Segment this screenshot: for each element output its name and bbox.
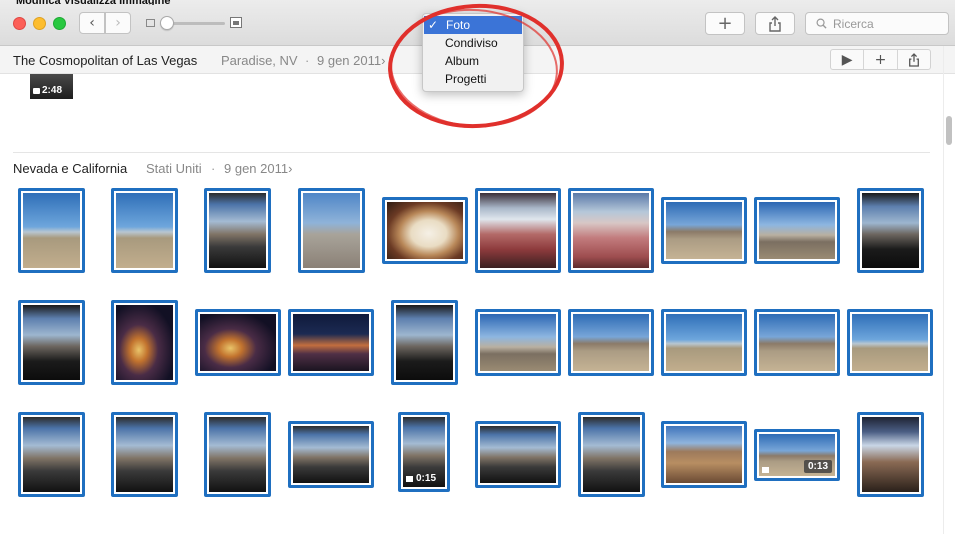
forward-button[interactable]: › <box>105 12 131 34</box>
menu-item-label: Progetti <box>445 72 487 86</box>
menu-item-condiviso[interactable]: Condiviso <box>423 34 523 52</box>
small-thumbnail-icon <box>146 19 155 27</box>
video-thumbnail[interactable]: 0:15 <box>398 412 450 492</box>
checkmark-icon: ✓ <box>428 18 439 32</box>
vertical-scrollbar[interactable] <box>946 116 952 145</box>
photo-thumbnail[interactable] <box>18 300 85 385</box>
photo-thumbnail[interactable] <box>475 188 561 273</box>
menu-item-album[interactable]: Album <box>423 52 523 70</box>
photo-thumbnail[interactable] <box>204 188 271 273</box>
moment-date[interactable]: 9 gen 2011› <box>317 53 385 68</box>
photo-thumbnail[interactable] <box>568 188 654 273</box>
menu-item-progetti[interactable]: Progetti <box>423 70 523 88</box>
zoom-slider-knob[interactable] <box>160 16 174 30</box>
photo-thumbnail[interactable] <box>298 188 365 273</box>
photo-thumbnail[interactable] <box>754 197 840 264</box>
add-to-button[interactable]: + <box>864 50 898 69</box>
photo-thumbnail[interactable] <box>847 309 933 376</box>
photo-thumbnail[interactable] <box>195 309 281 376</box>
search-icon <box>816 18 827 29</box>
menu-item-label: Album <box>445 54 480 68</box>
plus-icon: + <box>717 13 733 34</box>
menu-item-label: Condiviso <box>445 36 498 50</box>
photo-thumbnail[interactable] <box>475 421 561 488</box>
video-camera-icon <box>33 87 40 94</box>
photo-thumbnail[interactable] <box>288 309 374 376</box>
play-slideshow-button[interactable]: ▶ <box>831 50 865 69</box>
photo-thumbnail[interactable] <box>391 300 458 385</box>
video-thumbnail[interactable]: 0:13 <box>754 429 840 481</box>
video-camera-badge <box>762 467 769 473</box>
search-field[interactable]: Ricerca <box>805 12 949 35</box>
search-placeholder: Ricerca <box>833 16 874 31</box>
moment-title[interactable]: Nevada e California <box>13 161 127 176</box>
photo-thumbnail[interactable] <box>661 309 747 376</box>
large-thumbnail-icon <box>230 17 242 28</box>
menu-item-foto[interactable]: ✓ Foto <box>424 16 522 34</box>
menu-item-label: Foto <box>446 18 471 32</box>
moment-title[interactable]: The Cosmopolitan of Las Vegas <box>13 53 197 68</box>
photo-thumbnail[interactable] <box>382 197 468 264</box>
moment-location: Stati Uniti <box>146 161 202 176</box>
add-button[interactable]: + <box>705 12 745 35</box>
chevron-right-icon: › <box>115 15 121 31</box>
menubar-fragment: Modifica Visualizza Immagine <box>0 0 200 5</box>
share-button[interactable] <box>755 12 795 35</box>
video-thumbnail[interactable]: 2:48 <box>30 74 73 99</box>
photo-thumbnail[interactable] <box>754 309 840 376</box>
video-duration-badge: 0:15 <box>406 473 436 484</box>
chevron-left-icon: ‹ <box>89 15 95 31</box>
photo-thumbnail[interactable] <box>857 188 924 273</box>
view-dropdown-menu: ✓ Foto Condiviso Album Progetti <box>422 13 524 92</box>
video-camera-icon <box>406 475 413 482</box>
moment-date[interactable]: 9 gen 2011› <box>224 161 292 176</box>
photo-thumbnail[interactable] <box>661 197 747 264</box>
photo-thumbnail[interactable] <box>18 188 85 273</box>
photo-thumbnail[interactable] <box>111 412 178 497</box>
content-edge <box>943 46 944 534</box>
chevron-right-icon: › <box>381 53 386 68</box>
photo-thumbnail[interactable] <box>568 309 654 376</box>
photo-thumbnail[interactable] <box>204 412 271 497</box>
photo-thumbnail[interactable] <box>578 412 645 497</box>
video-duration-badge: 0:13 <box>803 460 832 473</box>
share-icon <box>769 15 781 32</box>
photo-thumbnail[interactable] <box>475 309 561 376</box>
moment-header-nevada: Nevada e California Stati Uniti · 9 gen … <box>0 158 955 180</box>
section-divider <box>13 152 930 153</box>
photo-thumbnail[interactable] <box>661 421 747 488</box>
moment-separator: · <box>305 53 310 68</box>
video-duration-badge: 2:48 <box>33 85 62 96</box>
video-camera-icon <box>762 467 769 473</box>
chevron-right-icon: › <box>288 161 293 176</box>
photo-thumbnail[interactable] <box>18 412 85 497</box>
minimize-window-button[interactable] <box>33 17 46 30</box>
close-window-button[interactable] <box>13 17 26 30</box>
photo-thumbnail[interactable] <box>111 188 178 273</box>
photo-thumbnail[interactable] <box>857 412 924 497</box>
share-icon <box>908 52 919 67</box>
photo-thumbnail[interactable] <box>111 300 178 385</box>
zoom-window-button[interactable] <box>53 17 66 30</box>
moment-share-button[interactable] <box>898 50 930 69</box>
moment-actions: ▶ + <box>830 49 931 70</box>
moment-location: Paradise, NV <box>221 53 298 68</box>
moment-separator: · <box>211 161 216 176</box>
photo-thumbnail[interactable] <box>288 421 374 488</box>
back-button[interactable]: ‹ <box>79 12 105 34</box>
